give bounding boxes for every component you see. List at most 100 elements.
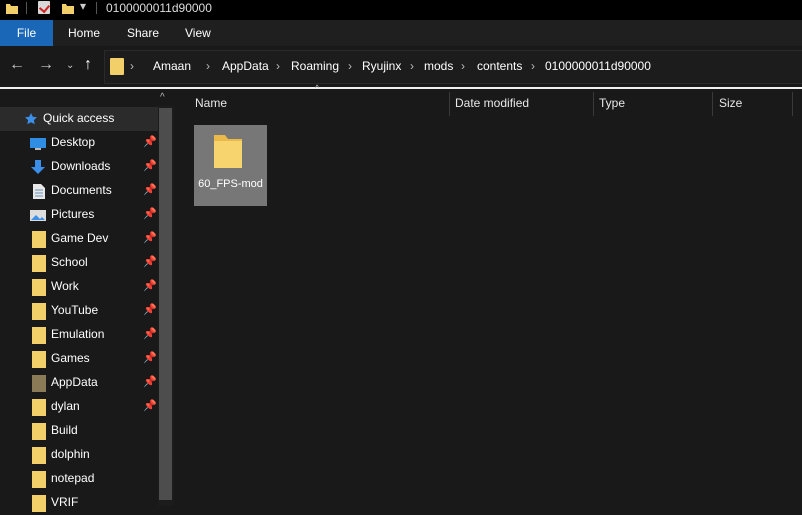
- pin-icon[interactable]: 📌: [143, 375, 157, 388]
- column-divider[interactable]: [593, 92, 594, 116]
- sidebar-item-label: VRIF: [51, 495, 79, 509]
- pin-icon[interactable]: 📌: [143, 183, 157, 196]
- breadcrumb-separator[interactable]: ›: [276, 59, 280, 73]
- column-date-modified[interactable]: Date modified: [455, 96, 529, 110]
- pin-icon[interactable]: 📌: [143, 327, 157, 340]
- sidebar-item-label: Desktop: [51, 135, 96, 149]
- sidebar-item-label: Work: [51, 279, 79, 293]
- pin-icon[interactable]: 📌: [143, 303, 157, 316]
- toolbar-divider: [26, 2, 27, 14]
- tab-file[interactable]: File: [0, 20, 53, 46]
- folder-icon: [110, 58, 124, 75]
- sidebar-item-dylan[interactable]: dylan 📌: [0, 395, 158, 419]
- pin-icon[interactable]: 📌: [143, 279, 157, 292]
- sidebar-item-desktop[interactable]: Desktop 📌: [0, 131, 158, 155]
- pin-icon[interactable]: 📌: [143, 207, 157, 220]
- breadcrumb-separator[interactable]: ›: [531, 59, 535, 73]
- breadcrumb-separator[interactable]: ›: [130, 59, 134, 73]
- back-button[interactable]: ←: [9, 56, 25, 74]
- scrollbar-thumb[interactable]: [159, 108, 172, 500]
- address-row: ← → ⌄ ↑ › Amaan › AppData › Roaming › Ry…: [0, 46, 802, 87]
- pin-icon[interactable]: 📌: [143, 399, 157, 412]
- folder-icon: [32, 447, 46, 464]
- pin-icon[interactable]: 📌: [143, 255, 157, 268]
- sidebar-item-quick-access[interactable]: Quick access: [0, 107, 158, 131]
- tab-share[interactable]: Share: [127, 20, 159, 46]
- breadcrumb-roaming[interactable]: Roaming: [291, 59, 339, 73]
- tab-view[interactable]: View: [185, 20, 211, 46]
- sidebar-item-emulation[interactable]: Emulation 📌: [0, 323, 158, 347]
- sidebar-item-work[interactable]: Work 📌: [0, 275, 158, 299]
- column-type[interactable]: Type: [599, 96, 625, 110]
- document-icon: [33, 184, 45, 199]
- folder-icon: [32, 303, 46, 320]
- download-icon: [31, 160, 45, 174]
- folder-icon: [32, 231, 46, 248]
- column-divider[interactable]: [449, 92, 450, 116]
- sidebar-item-youtube[interactable]: YouTube 📌: [0, 299, 158, 323]
- folder-icon: [32, 495, 46, 512]
- sidebar-item-notepad[interactable]: notepad: [0, 467, 158, 491]
- address-bar[interactable]: › Amaan › AppData › Roaming › Ryujinx › …: [104, 50, 802, 84]
- title-bar: ▾ 0100000011d90000: [0, 0, 802, 20]
- breadcrumb-contents[interactable]: contents: [477, 59, 522, 73]
- folder-icon: [32, 423, 46, 440]
- sidebar-item-label: Quick access: [43, 111, 115, 125]
- properties-icon[interactable]: [38, 1, 50, 14]
- tab-home[interactable]: Home: [68, 20, 100, 46]
- pin-icon[interactable]: 📌: [143, 159, 157, 172]
- sidebar-item-label: Game Dev: [51, 231, 109, 245]
- folder-icon[interactable]: [5, 1, 19, 15]
- sidebar-item-label: Games: [51, 351, 90, 365]
- breadcrumb-ryujinx[interactable]: Ryujinx: [362, 59, 401, 73]
- new-folder-icon[interactable]: [61, 1, 75, 15]
- sidebar-item-label: notepad: [51, 471, 95, 485]
- desktop-icon: [30, 138, 46, 150]
- sidebar-item-build[interactable]: Build: [0, 419, 158, 443]
- sidebar-item-pictures[interactable]: Pictures 📌: [0, 203, 158, 227]
- sidebar-item-label: AppData: [51, 375, 98, 389]
- sidebar-item-games[interactable]: Games 📌: [0, 347, 158, 371]
- breadcrumb-mods[interactable]: mods: [424, 59, 453, 73]
- forward-button[interactable]: →: [38, 56, 54, 74]
- sidebar-item-appdata[interactable]: AppData 📌: [0, 371, 158, 395]
- folder-icon: [32, 399, 46, 416]
- navigation-pane: ^ Quick access Desktop 📌 Downloads 📌 Doc…: [0, 89, 175, 512]
- list-item[interactable]: 60_FPS-mod: [194, 125, 267, 206]
- sidebar-item-game-dev[interactable]: Game Dev 📌: [0, 227, 158, 251]
- pin-icon[interactable]: 📌: [143, 231, 157, 244]
- column-divider[interactable]: [792, 92, 793, 116]
- chevron-up-icon[interactable]: ^: [160, 92, 165, 103]
- ribbon: File Home Share View: [0, 20, 802, 46]
- folder-icon: [32, 327, 46, 344]
- sidebar-item-label: Emulation: [51, 327, 105, 341]
- sidebar-item-vrif[interactable]: VRIF: [0, 491, 158, 515]
- folder-icon: [32, 351, 46, 368]
- nav-scrollbar[interactable]: [158, 106, 174, 506]
- sidebar-item-label: School: [51, 255, 88, 269]
- sidebar-item-dolphin[interactable]: dolphin: [0, 443, 158, 467]
- sidebar-item-label: Documents: [51, 183, 112, 197]
- recent-locations-icon[interactable]: ⌄: [66, 60, 74, 71]
- star-icon: [25, 113, 37, 125]
- pin-icon[interactable]: 📌: [143, 135, 157, 148]
- breadcrumb-separator[interactable]: ›: [206, 59, 210, 73]
- sidebar-item-label: Pictures: [51, 207, 95, 221]
- sidebar-item-school[interactable]: School 📌: [0, 251, 158, 275]
- up-button[interactable]: ↑: [84, 56, 92, 74]
- breadcrumb-amaan[interactable]: Amaan: [153, 59, 191, 73]
- sidebar-item-documents[interactable]: Documents 📌: [0, 179, 158, 203]
- breadcrumb-appdata[interactable]: AppData: [222, 59, 269, 73]
- pin-icon[interactable]: 📌: [143, 351, 157, 364]
- breadcrumb-separator[interactable]: ›: [461, 59, 465, 73]
- breadcrumb-separator[interactable]: ›: [410, 59, 414, 73]
- sidebar-item-label: Downloads: [51, 159, 111, 173]
- window-title: 0100000011d90000: [106, 1, 212, 15]
- column-size[interactable]: Size: [719, 96, 742, 110]
- column-name[interactable]: Name: [195, 96, 227, 110]
- customize-toolbar-icon[interactable]: ▾: [80, 0, 86, 13]
- breadcrumb-separator[interactable]: ›: [348, 59, 352, 73]
- breadcrumb-current[interactable]: 0100000011d90000: [545, 59, 651, 73]
- sidebar-item-downloads[interactable]: Downloads 📌: [0, 155, 158, 179]
- column-divider[interactable]: [712, 92, 713, 116]
